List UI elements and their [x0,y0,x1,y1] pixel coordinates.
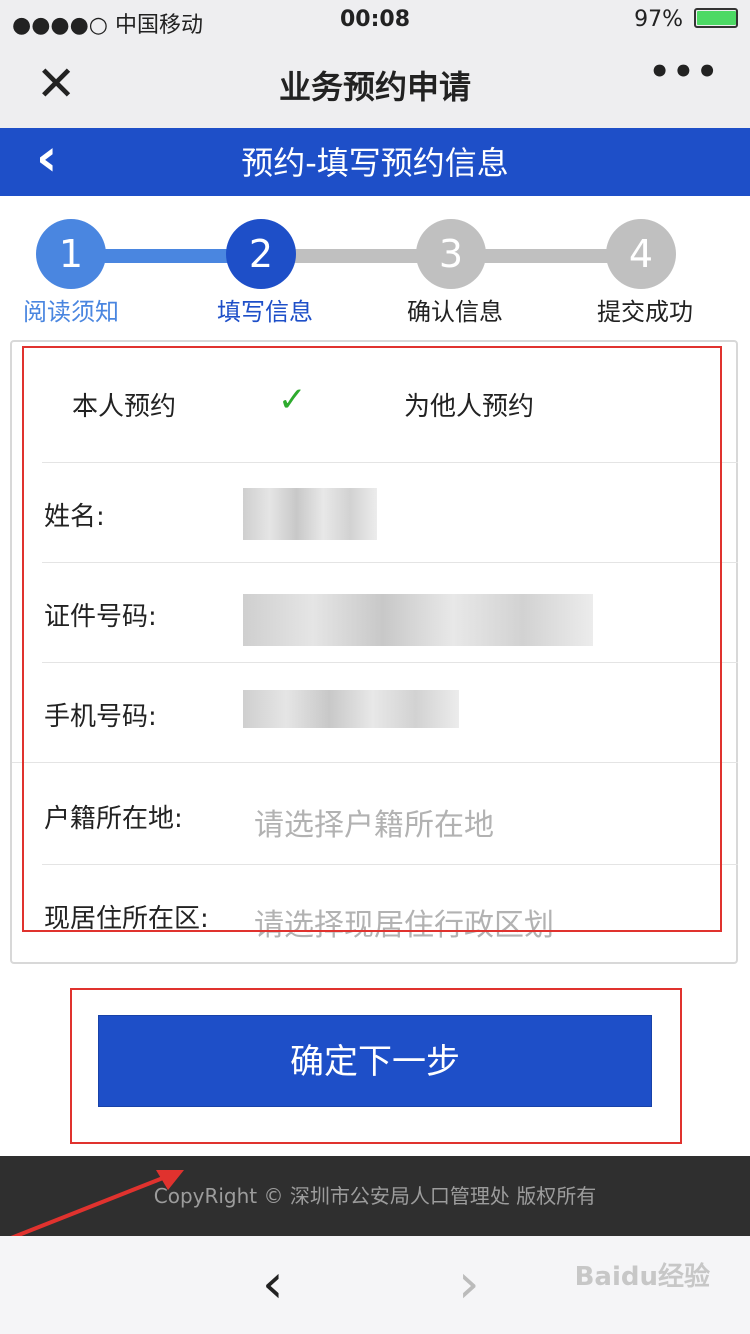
watermark: Baidu经验 [574,1262,710,1292]
back-icon[interactable]: ‹ [36,128,57,188]
back-arrow-icon[interactable]: ‹ [262,1252,284,1315]
forward-arrow-icon[interactable]: › [458,1252,480,1315]
battery-icon [694,8,738,28]
form-header: 预约-填写预约信息 ‹ [0,128,750,196]
step-2-label: 填写信息 [217,298,313,326]
battery-status: 97% [634,7,738,32]
step-4-label: 提交成功 [597,298,693,326]
battery-percent: 97% [634,7,683,32]
step-1-label: 阅读须知 [23,298,119,326]
step-1-circle: 1 [36,219,106,289]
step-3-circle: 3 [416,219,486,289]
more-icon[interactable]: ••• [649,52,720,92]
form-highlight-box [22,346,722,932]
step-3-label: 确认信息 [407,298,503,326]
form-header-title: 预约-填写预约信息 [241,144,509,182]
status-bar: ●●●●○ 中国移动 00:08 97% [0,0,750,40]
app-navbar: ✕ 业务预约申请 ••• [0,40,750,128]
page-title: 业务预约申请 [278,68,471,106]
step-2-circle: 2 [226,219,296,289]
next-step-button[interactable]: 确定下一步 [98,1015,652,1107]
step-4-circle: 4 [606,219,676,289]
